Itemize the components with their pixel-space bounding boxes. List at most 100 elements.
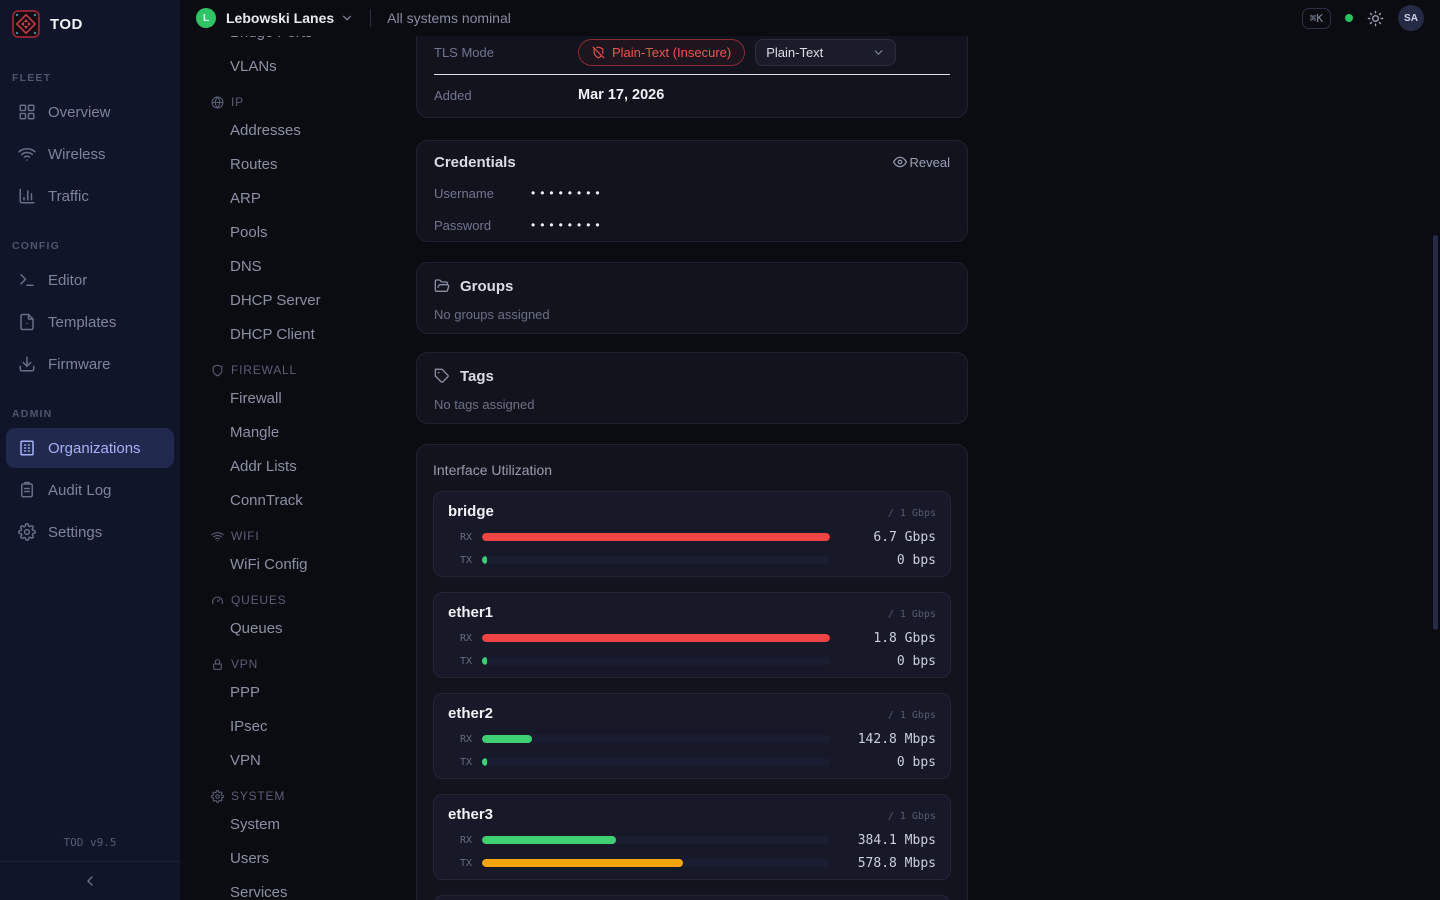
building-icon — [18, 439, 36, 457]
sidebar-item-organizations[interactable]: Organizations — [6, 428, 174, 468]
credential-row-username: Username •••••••• — [434, 183, 950, 203]
org-selector[interactable]: L Lebowski Lanes — [196, 8, 354, 28]
user-avatar[interactable]: SA — [1398, 5, 1424, 31]
sidebar-footer: TOD v9.5 — [0, 836, 180, 900]
rx-label: RX — [448, 532, 472, 543]
eye-icon — [893, 155, 907, 169]
app-version: TOD v9.5 — [0, 836, 180, 861]
download-icon — [18, 355, 36, 373]
sidebar-section-label: FLEET — [0, 70, 180, 86]
subnav-header-label: WIFI — [231, 529, 260, 543]
subnav-item-addresses[interactable]: Addresses — [180, 114, 416, 148]
subnav-item-dns[interactable]: DNS — [180, 250, 416, 284]
rx-bar-row: RX 1.8 Gbps — [448, 629, 936, 647]
main-content: TLS Mode Plain-Text (Insecure) Plain-Tex… — [416, 0, 968, 900]
interface-capacity: / 1 Gbps — [888, 710, 936, 721]
groups-card: Groups No groups assigned — [416, 262, 968, 334]
app-logo: TOD — [0, 0, 180, 48]
rx-value: 1.8 Gbps — [840, 631, 936, 646]
reveal-button[interactable]: Reveal — [893, 155, 950, 170]
subnav-item-ipsec[interactable]: IPsec — [180, 710, 416, 744]
tx-bar-fill — [482, 556, 487, 564]
tx-value: 0 bps — [840, 755, 936, 770]
rx-value: 6.7 Gbps — [840, 530, 936, 545]
subnav-item-mangle[interactable]: Mangle — [180, 416, 416, 450]
subnav-item-dhcp-server[interactable]: DHCP Server — [180, 284, 416, 318]
subnav-item-routes[interactable]: Routes — [180, 148, 416, 182]
subnav-item-ppp[interactable]: PPP — [180, 676, 416, 710]
sidebar-item-label: Editor — [48, 272, 87, 289]
rx-bar-fill — [482, 735, 532, 743]
sidebar-item-settings[interactable]: Settings — [6, 512, 174, 552]
interface-name: ether1 — [448, 604, 493, 621]
tx-value: 0 bps — [840, 654, 936, 669]
subnav-item-dhcp-client[interactable]: DHCP Client — [180, 318, 416, 352]
groups-empty-text: No groups assigned — [434, 306, 950, 324]
rx-label: RX — [448, 633, 472, 644]
rx-label: RX — [448, 835, 472, 846]
sidebar-item-wireless[interactable]: Wireless — [6, 134, 174, 174]
rx-bar-row: RX 142.8 Mbps — [448, 730, 936, 748]
subnav-item-arp[interactable]: ARP — [180, 182, 416, 216]
interface-utilization-card: Interface Utilization bridge / 1 Gbps RX… — [416, 444, 968, 900]
subnav-item-addr-lists[interactable]: Addr Lists — [180, 450, 416, 484]
rx-value: 142.8 Mbps — [840, 732, 936, 747]
rx-bar-track — [482, 634, 830, 642]
interface-card-ether1: ether1 / 1 Gbps RX 1.8 Gbps TX 0 bps — [433, 592, 951, 678]
clipboard-icon — [18, 481, 36, 499]
rx-bar-track — [482, 735, 830, 743]
tx-value: 0 bps — [840, 553, 936, 568]
tls-insecure-badge: Plain-Text (Insecure) — [578, 39, 745, 66]
tx-bar-track — [482, 859, 830, 867]
sidebar-collapse-button[interactable] — [0, 862, 180, 900]
sidebar-item-audit-log[interactable]: Audit Log — [6, 470, 174, 510]
gear-icon — [211, 790, 224, 803]
subnav-item-services[interactable]: Services — [180, 876, 416, 900]
tls-badge-text: Plain-Text (Insecure) — [612, 45, 731, 60]
subnav-item-wifi-config[interactable]: WiFi Config — [180, 548, 416, 582]
sidebar-item-overview[interactable]: Overview — [6, 92, 174, 132]
subnav-item-system[interactable]: System — [180, 808, 416, 842]
sidebar-item-templates[interactable]: Templates — [6, 302, 174, 342]
tx-value: 578.8 Mbps — [840, 856, 936, 871]
subnav-header-label: VPN — [231, 657, 258, 671]
gauge-icon — [211, 594, 224, 607]
sidebar-item-label: Firmware — [48, 356, 111, 373]
tx-label: TX — [448, 555, 472, 566]
org-avatar: L — [196, 8, 216, 28]
subnav-item-vlans[interactable]: VLANs — [180, 50, 416, 84]
grid-icon — [18, 103, 36, 121]
tls-select-value: Plain-Text — [766, 45, 823, 60]
subnav-item-pools[interactable]: Pools — [180, 216, 416, 250]
rx-bar-row: RX 384.1 Mbps — [448, 831, 936, 849]
tags-empty-text: No tags assigned — [434, 396, 950, 414]
sidebar-item-label: Templates — [48, 314, 116, 331]
subnav-header-label: QUEUES — [231, 593, 286, 607]
command-palette-shortcut[interactable]: ⌘K — [1302, 8, 1331, 29]
online-status-dot — [1345, 14, 1353, 22]
added-label: Added — [434, 88, 578, 103]
org-name: Lebowski Lanes — [226, 10, 334, 26]
credentials-card: Credentials Reveal Username •••••••• Pas… — [416, 140, 968, 242]
subnav-item-firewall[interactable]: Firewall — [180, 382, 416, 416]
shield-off-icon — [592, 46, 605, 59]
sidebar-item-firmware[interactable]: Firmware — [6, 344, 174, 384]
tag-icon — [434, 368, 450, 384]
subnav-item-users[interactable]: Users — [180, 842, 416, 876]
sidebar-item-editor[interactable]: Editor — [6, 260, 174, 300]
tls-mode-select[interactable]: Plain-Text — [755, 39, 896, 66]
app-title: TOD — [50, 16, 83, 33]
subnav-item-queues[interactable]: Queues — [180, 612, 416, 646]
tod-logo-icon — [12, 10, 40, 38]
interface-card-ether2: ether2 / 1 Gbps RX 142.8 Mbps TX 0 bps — [433, 693, 951, 779]
page-scrollbar[interactable] — [1433, 235, 1438, 630]
rx-bar-track — [482, 533, 830, 541]
topbar-divider — [370, 9, 371, 27]
subnav-item-vpn[interactable]: VPN — [180, 744, 416, 778]
masked-value: •••••••• — [531, 186, 605, 200]
sidebar-item-traffic[interactable]: Traffic — [6, 176, 174, 216]
lock-icon — [211, 658, 224, 671]
subnav-item-conntrack[interactable]: ConnTrack — [180, 484, 416, 518]
theme-toggle-sun-icon[interactable] — [1367, 10, 1384, 27]
interface-name: bridge — [448, 503, 494, 520]
